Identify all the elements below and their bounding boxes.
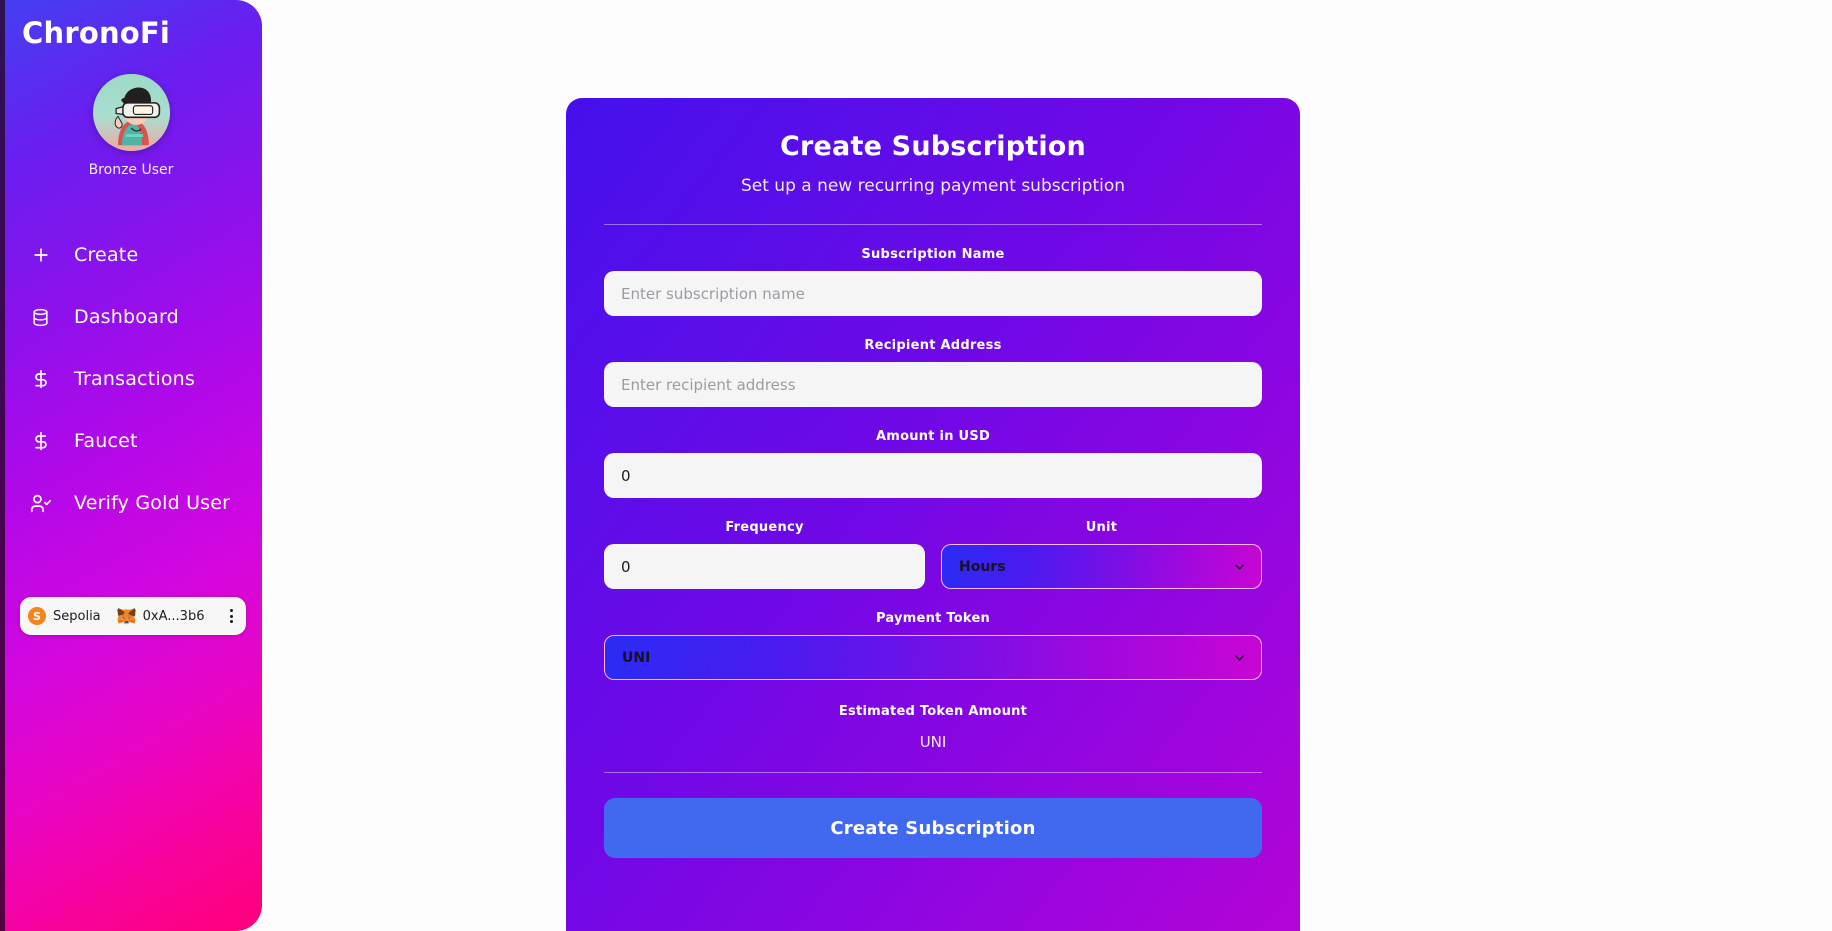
dollar-icon [28,367,53,392]
vertical-dots-icon[interactable] [224,609,238,623]
frequency-label: Frequency [725,520,804,535]
field-amount-usd: Amount in USD [604,429,1262,498]
wallet-account[interactable]: 0xA...3b6 [116,607,205,625]
sidebar-nav: Create Dashboard Transactions Faucet Ver… [0,224,262,534]
sidebar-item-create[interactable]: Create [0,224,262,286]
database-icon [28,305,53,330]
wallet-network-label: Sepolia [53,608,101,624]
vr-headset-avatar-icon [92,74,170,151]
unit-label: Unit [1085,520,1118,535]
sidebar-item-transactions-label: Transactions [74,368,195,390]
plus-icon [28,243,53,268]
amount-usd-input[interactable] [604,453,1262,498]
sidebar-item-faucet-label: Faucet [74,430,138,452]
payment-token-label: Payment Token [875,611,991,626]
estimated-token-amount: Estimated Token Amount UNI [604,704,1262,751]
unit-select-wrapper: HoursDaysWeeksMonths [941,544,1262,589]
unit-select[interactable]: HoursDaysWeeksMonths [941,544,1262,589]
payment-token-select[interactable]: UNIUSDCDAIWETH [604,635,1262,680]
estimated-token-amount-value: UNI [919,733,947,751]
wallet-badge[interactable]: S Sepolia 0xA...3b6 [20,597,246,635]
footer-divider [604,772,1262,773]
dollar-icon [28,429,53,454]
recipient-address-input[interactable] [604,362,1262,407]
field-unit: Unit HoursDaysWeeksMonths [941,520,1262,589]
recipient-address-label: Recipient Address [864,338,1002,353]
sidebar-item-transactions[interactable]: Transactions [0,348,262,410]
header-divider [604,224,1262,225]
sidebar-item-verify-gold-user[interactable]: Verify Gold User [0,472,262,534]
amount-usd-label: Amount in USD [876,429,990,444]
sidebar-item-verify-gold-user-label: Verify Gold User [74,492,231,514]
sidebar-item-faucet[interactable]: Faucet [0,410,262,472]
avatar[interactable] [92,74,170,151]
metamask-fox-icon [116,608,136,625]
payment-token-select-wrapper: UNIUSDCDAIWETH [604,635,1262,680]
wallet-network[interactable]: S Sepolia [28,607,101,625]
user-check-icon [28,491,53,516]
app-brand-title: ChronoFi [22,16,171,50]
field-subscription-name: Subscription Name [604,247,1262,316]
subscription-name-input[interactable] [604,271,1262,316]
wallet-address: 0xA...3b6 [142,608,205,624]
sidebar: ChronoFi Bronze User Create Dashboard Tr… [0,0,262,931]
network-badge-icon: S [28,607,46,625]
field-recipient-address: Recipient Address [604,338,1262,407]
frequency-unit-row: Frequency Unit HoursDaysWeeksMonths [604,520,1262,589]
sidebar-item-dashboard[interactable]: Dashboard [0,286,262,348]
frequency-input[interactable] [604,544,925,589]
field-payment-token: Payment Token UNIUSDCDAIWETH [604,611,1262,680]
profile-block: Bronze User [0,74,262,178]
subscription-name-label: Subscription Name [861,247,1005,262]
create-subscription-card: Create Subscription Set up a new recurri… [566,98,1300,931]
page-title: Create Subscription [780,131,1086,162]
sidebar-item-dashboard-label: Dashboard [74,306,179,328]
field-frequency: Frequency [604,520,925,589]
sidebar-item-create-label: Create [74,244,139,266]
create-subscription-button[interactable]: Create Subscription [604,798,1262,858]
profile-name: Bronze User [88,162,174,178]
app-viewport: ChronoFi Bronze User Create Dashboard Tr… [0,0,1832,931]
estimated-token-amount-label: Estimated Token Amount [838,704,1028,719]
page-subtitle: Set up a new recurring payment subscript… [740,176,1126,196]
